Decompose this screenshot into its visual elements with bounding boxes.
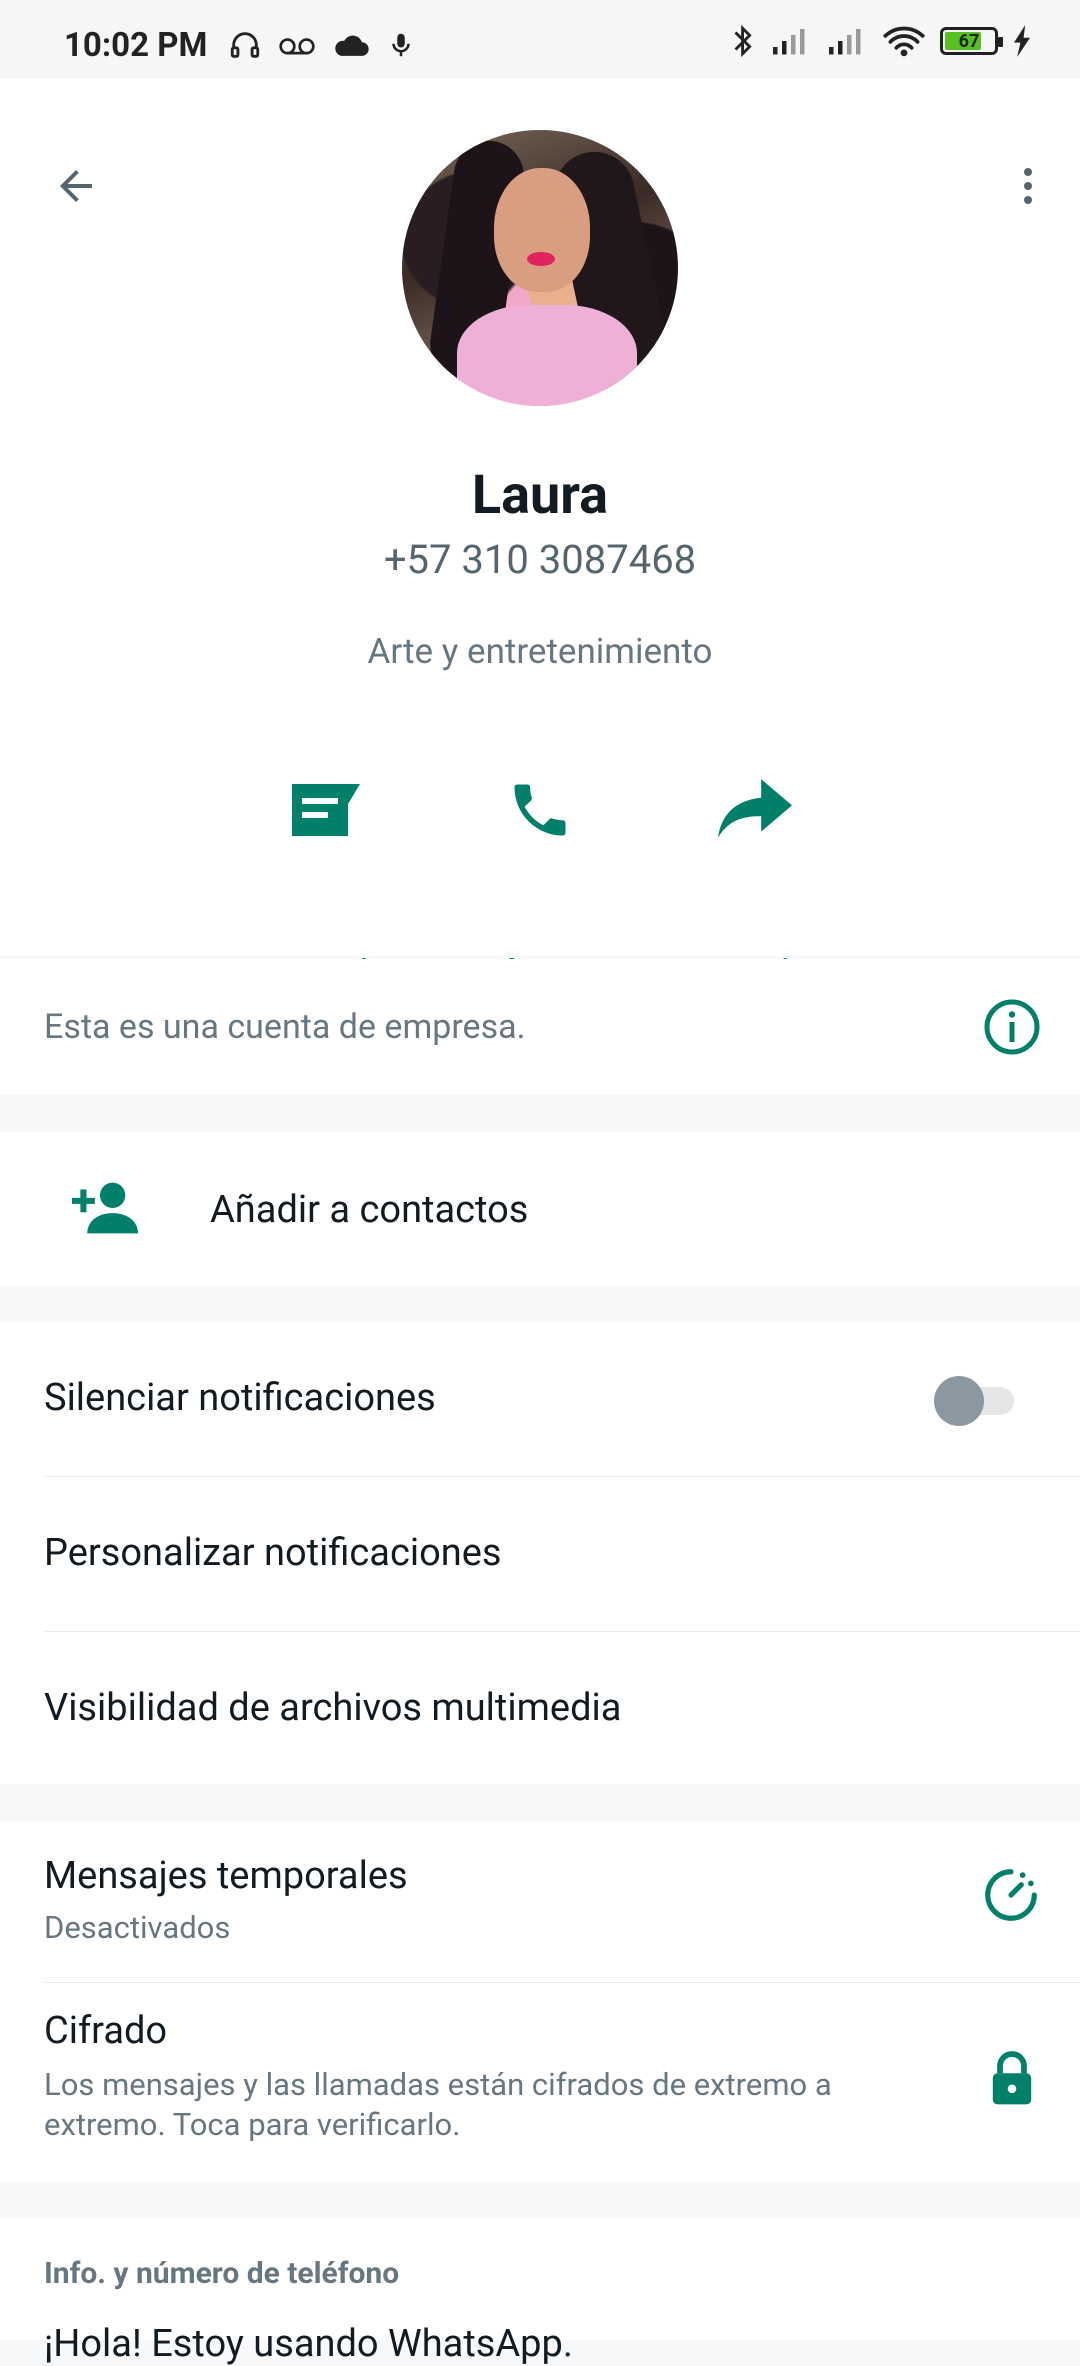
share-icon bbox=[705, 760, 805, 860]
status-time: 10:02 PM bbox=[64, 26, 207, 65]
media-visibility-label: Visibilidad de archivos multimedia bbox=[44, 1686, 621, 1730]
disappearing-messages-status: Desactivados bbox=[44, 1908, 944, 1948]
about-section: Info. y número de teléfono ¡Hola! Estoy … bbox=[0, 2218, 1080, 2340]
mute-notifications-label: Silenciar notificaciones bbox=[44, 1376, 436, 1420]
custom-notifications-row[interactable]: Personalizar notificaciones bbox=[44, 1477, 1080, 1631]
message-icon bbox=[274, 760, 374, 860]
encryption-row[interactable]: Cifrado Los mensajes y las llamadas está… bbox=[0, 1983, 1080, 2182]
privacy-section: Mensajes temporales Desactivados Cifrado… bbox=[0, 1822, 1080, 2182]
headphones-icon bbox=[228, 28, 262, 62]
add-person-icon bbox=[72, 1180, 138, 1236]
disappearing-messages-title: Mensajes temporales bbox=[44, 1854, 408, 1898]
signal-icon bbox=[770, 25, 812, 57]
info-icon[interactable] bbox=[982, 997, 1042, 1057]
cloud-icon bbox=[332, 31, 370, 59]
timer-icon bbox=[980, 1864, 1042, 1926]
battery-tip bbox=[998, 37, 1003, 47]
toggle-knob bbox=[934, 1376, 984, 1426]
back-button[interactable] bbox=[44, 154, 108, 218]
contact-name: Laura bbox=[0, 464, 1080, 527]
more-vert-icon bbox=[1004, 162, 1052, 210]
status-right-icons: 67 bbox=[732, 24, 1032, 58]
avatar-clothing bbox=[457, 305, 637, 406]
contact-phone: +57 310 3087468 bbox=[0, 536, 1080, 583]
about-text[interactable]: ¡Hola! Estoy usando WhatsApp. bbox=[44, 2322, 573, 2366]
add-to-contacts-row[interactable]: Añadir a contactos bbox=[0, 1132, 1080, 1286]
encryption-description: Los mensajes y las llamadas están cifrad… bbox=[44, 2065, 944, 2145]
voicemail-icon bbox=[278, 30, 316, 60]
status-bar: 10:02 PM 67 bbox=[0, 0, 1080, 78]
arrow-left-icon bbox=[52, 162, 100, 210]
encryption-title: Cifrado bbox=[44, 2009, 167, 2053]
avatar[interactable] bbox=[402, 130, 678, 406]
business-category: Arte y entretenimiento bbox=[0, 631, 1080, 672]
business-account-row[interactable]: Esta es una cuenta de empresa. bbox=[0, 959, 1080, 1095]
phone-icon bbox=[490, 760, 590, 860]
status-left-icons bbox=[228, 28, 416, 62]
signal-icon-2 bbox=[826, 25, 868, 57]
custom-notifications-label: Personalizar notificaciones bbox=[44, 1531, 502, 1575]
profile-header: Laura +57 310 3087468 Arte y entretenimi… bbox=[0, 78, 1080, 956]
battery-icon: 67 bbox=[940, 27, 998, 55]
battery-level: 67 bbox=[959, 31, 980, 52]
disappearing-messages-row[interactable]: Mensajes temporales Desactivados bbox=[0, 1822, 1080, 1982]
lock-icon bbox=[988, 2049, 1036, 2107]
more-options-button[interactable] bbox=[996, 154, 1060, 218]
about-heading: Info. y número de teléfono bbox=[44, 2256, 399, 2291]
notifications-section: Silenciar notificaciones Personalizar no… bbox=[0, 1322, 1080, 1784]
wifi-icon bbox=[882, 24, 926, 58]
avatar-face bbox=[494, 168, 590, 292]
media-visibility-row[interactable]: Visibilidad de archivos multimedia bbox=[44, 1632, 1080, 1786]
add-to-contacts-label: Añadir a contactos bbox=[210, 1188, 528, 1232]
business-account-text: Esta es una cuenta de empresa. bbox=[44, 1007, 526, 1047]
avatar-lips bbox=[527, 252, 555, 266]
charging-icon bbox=[1012, 25, 1032, 57]
bluetooth-icon bbox=[732, 24, 756, 58]
microphone-icon bbox=[386, 29, 416, 61]
mute-notifications-row[interactable]: Silenciar notificaciones bbox=[44, 1322, 1080, 1476]
mute-toggle[interactable] bbox=[928, 1372, 1018, 1422]
